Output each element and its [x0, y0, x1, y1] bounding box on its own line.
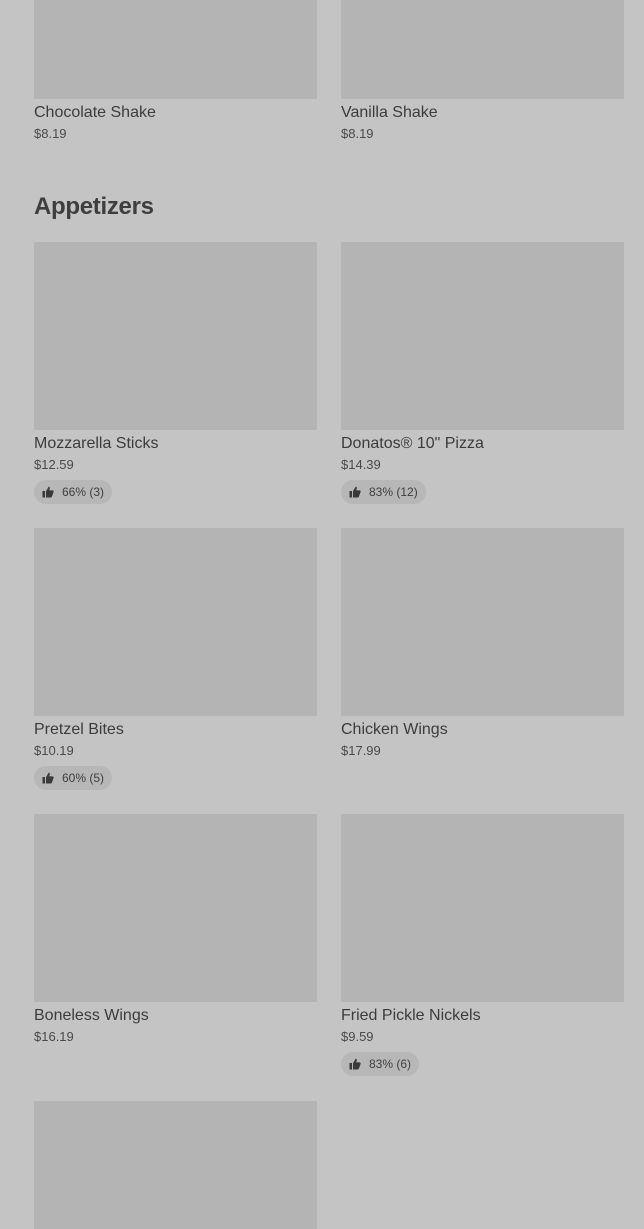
menu-item-card[interactable]: Vanilla Shake $8.19	[341, 0, 624, 142]
rating-badge: 60% (5)	[34, 766, 113, 790]
rating-badge: 66% (3)	[34, 480, 113, 504]
item-name: Chocolate Shake	[34, 104, 156, 121]
menu-item-card[interactable]: Donatos® 10" Pizza $14.39 83% (12)	[341, 242, 624, 504]
item-price: $8.19	[34, 126, 67, 141]
menu-item-card[interactable]: Fried Pickle Nickels $9.59 83% (6)	[341, 814, 624, 1076]
item-price: $9.59	[341, 1029, 374, 1044]
thumbs-up-icon	[349, 1058, 361, 1070]
item-name: Chicken Wings	[341, 721, 448, 738]
item-name: Vanilla Shake	[341, 104, 438, 121]
item-image[interactable]	[34, 242, 317, 430]
thumbs-up-icon	[42, 486, 54, 498]
thumbs-up-icon	[42, 772, 54, 784]
menu-page: Chocolate Shake $8.19 Vanilla Shake $8.1…	[0, 0, 644, 1229]
item-name: Donatos® 10" Pizza	[341, 435, 484, 452]
rating-badge: 83% (6)	[341, 1052, 420, 1076]
menu-item-card[interactable]: Boneless Wings $16.19	[34, 814, 317, 1045]
item-image[interactable]	[34, 1101, 317, 1229]
item-image[interactable]	[34, 0, 317, 99]
item-price: $12.59	[34, 457, 74, 472]
item-price: $17.99	[341, 743, 381, 758]
item-price: $8.19	[341, 126, 374, 141]
section-title-appetizers: Appetizers	[34, 193, 154, 220]
item-image[interactable]	[341, 528, 624, 716]
menu-item-card[interactable]	[34, 1101, 317, 1229]
item-image[interactable]	[341, 0, 624, 99]
rating-text: 83% (6)	[369, 1057, 412, 1071]
item-price: $10.19	[34, 743, 74, 758]
item-image[interactable]	[34, 814, 317, 1002]
rating-text: 60% (5)	[62, 771, 105, 785]
item-name: Fried Pickle Nickels	[341, 1007, 481, 1024]
rating-text: 83% (12)	[369, 485, 418, 499]
thumbs-up-icon	[349, 486, 361, 498]
item-price: $16.19	[34, 1029, 74, 1044]
rating-badge: 83% (12)	[341, 480, 426, 504]
menu-item-card[interactable]: Pretzel Bites $10.19 60% (5)	[34, 528, 317, 790]
menu-item-card[interactable]: Chocolate Shake $8.19	[34, 0, 317, 142]
menu-item-card[interactable]: Chicken Wings $17.99	[341, 528, 624, 759]
item-name: Pretzel Bites	[34, 721, 124, 738]
item-name: Boneless Wings	[34, 1007, 149, 1024]
item-price: $14.39	[341, 457, 381, 472]
item-image[interactable]	[341, 814, 624, 1002]
menu-item-card[interactable]: Mozzarella Sticks $12.59 66% (3)	[34, 242, 317, 504]
rating-text: 66% (3)	[62, 485, 105, 499]
item-image[interactable]	[34, 528, 317, 716]
item-name: Mozzarella Sticks	[34, 435, 159, 452]
item-image[interactable]	[341, 242, 624, 430]
